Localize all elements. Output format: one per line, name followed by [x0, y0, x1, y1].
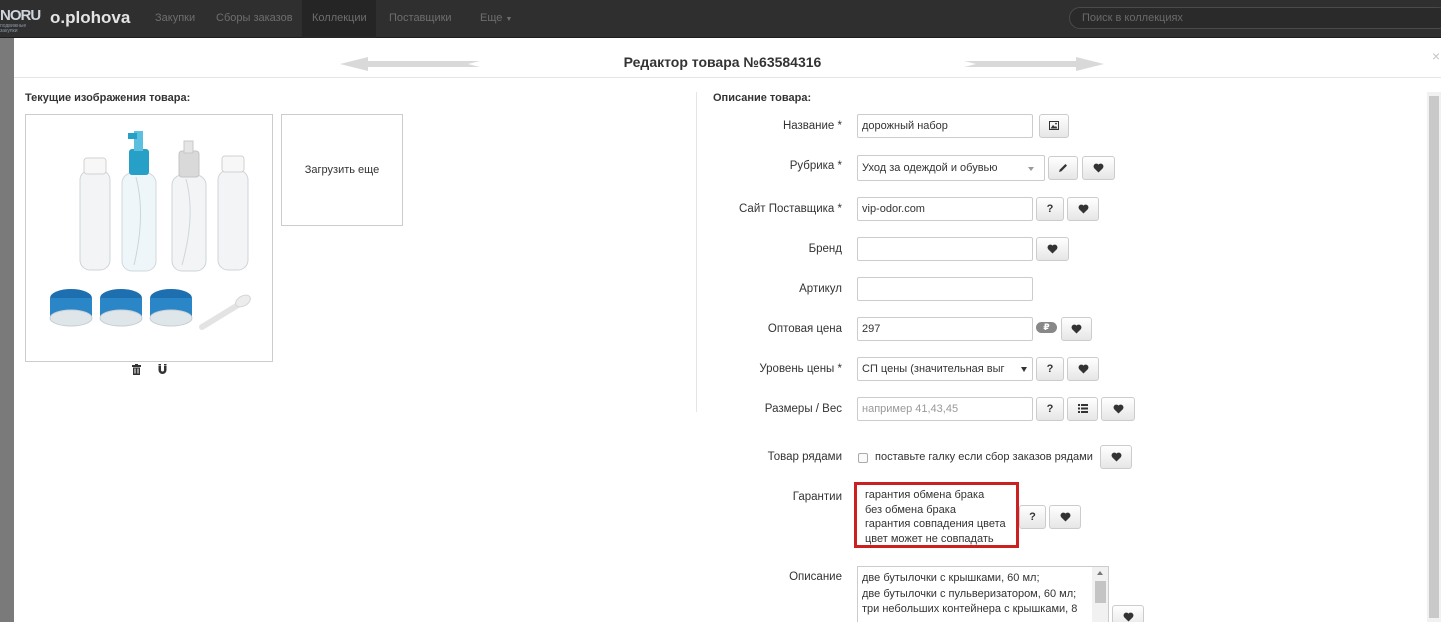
sizes-list-button[interactable]	[1067, 397, 1098, 421]
article-input[interactable]	[857, 277, 1033, 301]
price-level-caret-icon	[1021, 367, 1027, 372]
rows-label: Товар рядами	[767, 451, 842, 463]
scroll-up-arrow-icon[interactable]	[1097, 571, 1103, 575]
product-image[interactable]	[25, 114, 273, 362]
price-level-select[interactable]: СП цены (значительная выг	[857, 357, 1033, 381]
modal-title: Редактор товара №63584316	[623, 54, 822, 70]
top-navbar: NORU подвижные закупки o.plohova Закупки…	[0, 0, 1441, 38]
modal-scrollbar[interactable]	[1427, 92, 1441, 622]
current-images-label: Текущие изображения товара:	[25, 92, 191, 104]
modal-scrollbar-thumb[interactable]	[1429, 96, 1439, 618]
guarantee-select-list[interactable]: гарантия обмена брака без обмена брака г…	[854, 482, 1019, 548]
brand-favorite-button[interactable]	[1036, 237, 1069, 261]
supplier-site-input[interactable]: vip-odor.com	[857, 197, 1033, 221]
wholesale-price-input[interactable]: 297	[857, 317, 1033, 341]
brand-label: Бренд	[808, 243, 842, 255]
heart-icon	[1113, 404, 1123, 414]
heart-icon	[1047, 244, 1058, 254]
magnet-icon[interactable]	[158, 364, 167, 375]
upload-more-button[interactable]: Загрузить еще	[281, 114, 403, 226]
heart-icon	[1123, 612, 1133, 622]
site-logo[interactable]: NORU подвижные закупки	[0, 7, 44, 34]
next-product-arrow-icon[interactable]	[964, 57, 1104, 71]
heart-icon	[1078, 204, 1088, 214]
price-level-label: Уровень цены *	[759, 363, 842, 375]
chevron-down-icon: ▼	[505, 16, 513, 23]
sizes-label: Размеры / Вес	[764, 403, 842, 415]
wholesale-price-label: Оптовая цена	[767, 323, 842, 335]
nav-item-collections[interactable]: Коллекции	[302, 0, 376, 38]
rubric-select-caret-icon	[1028, 167, 1034, 171]
name-image-button[interactable]	[1039, 114, 1069, 138]
supplier-site-label: Сайт Поставщика *	[738, 203, 842, 215]
name-input[interactable]: дорожный набор	[857, 114, 1033, 138]
description-scrollbar-thumb[interactable]	[1095, 581, 1106, 603]
sizes-favorite-button[interactable]	[1101, 397, 1135, 421]
product-editor-modal: Редактор товара №63584316 × Текущие изоб…	[14, 38, 1441, 622]
nav-item-more-label: Еще	[480, 12, 503, 24]
price-favorite-button[interactable]	[1061, 317, 1092, 341]
description-line: три небольших контейнера с крышками, 8	[862, 603, 1078, 615]
logo-subtitle: подвижные закупки	[0, 23, 27, 34]
guarantee-help-button[interactable]: ?	[1019, 505, 1046, 529]
guarantee-option[interactable]: без обмена брака	[865, 503, 1016, 518]
brand-input[interactable]	[857, 237, 1033, 261]
heart-icon	[1078, 364, 1088, 374]
sizes-help-button[interactable]: ?	[1036, 397, 1064, 421]
supplier-site-help-button[interactable]: ?	[1036, 197, 1064, 221]
price-level-favorite-button[interactable]	[1067, 357, 1099, 381]
rows-favorite-button[interactable]	[1100, 445, 1132, 469]
product-description-label: Описание товара:	[713, 92, 812, 104]
nav-item-purchases[interactable]: Закупки	[155, 0, 195, 38]
trash-icon[interactable]	[132, 364, 141, 375]
close-icon[interactable]: ×	[1432, 48, 1440, 64]
price-level-help-button[interactable]: ?	[1036, 357, 1064, 381]
image-icon	[1049, 121, 1059, 130]
modal-header: Редактор товара №63584316 ×	[14, 38, 1441, 78]
nav-item-more[interactable]: Еще ▼	[480, 0, 512, 38]
nav-item-suppliers[interactable]: Поставщики	[389, 0, 452, 38]
sizes-input[interactable]: например 41,43,45	[857, 397, 1033, 421]
pencil-icon	[1059, 164, 1067, 172]
description-scrollbar[interactable]	[1092, 567, 1108, 622]
name-label: Название *	[782, 120, 842, 132]
guarantee-label: Гарантии	[792, 491, 842, 503]
rows-checkbox[interactable]	[858, 453, 868, 463]
article-label: Артикул	[799, 283, 842, 295]
heart-icon	[1093, 163, 1104, 173]
heart-icon	[1111, 452, 1121, 462]
guarantee-option[interactable]: гарантия обмена брака	[865, 488, 1016, 503]
description-textarea[interactable]: две бутылочки с крышками, 60 мл; две бут…	[857, 566, 1109, 622]
rubric-select[interactable]: Уход за одеждой и обувью	[857, 155, 1045, 181]
heart-icon	[1071, 324, 1082, 334]
nav-item-order-collections[interactable]: Сборы заказов	[216, 0, 293, 38]
search-input[interactable]: Поиск в коллекциях	[1069, 7, 1441, 29]
description-line: две бутылочки с пульверизатором, 60 мл;	[862, 587, 1077, 600]
rubric-edit-button[interactable]	[1048, 156, 1078, 180]
description-label: Описание	[789, 571, 842, 583]
description-favorite-button[interactable]	[1112, 605, 1144, 622]
logo-text: NORU	[0, 7, 41, 24]
heart-icon	[1060, 512, 1070, 522]
username[interactable]: o.plohova	[50, 8, 130, 28]
rubric-favorite-button[interactable]	[1082, 156, 1115, 180]
rows-checkbox-text: поставьте галку если сбор заказов рядами	[875, 451, 1093, 463]
guarantee-option[interactable]: гарантия совпадения цвета	[865, 517, 1016, 532]
ruble-currency-badge: ₽	[1036, 322, 1057, 333]
guarantee-favorite-button[interactable]	[1049, 505, 1081, 529]
description-line: две бутылочки с крышками, 60 мл;	[862, 572, 1040, 584]
rubric-label: Рубрика *	[789, 160, 842, 172]
list-icon	[1077, 404, 1088, 413]
product-photo-travel-bottles	[49, 131, 251, 330]
supplier-site-favorite-button[interactable]	[1067, 197, 1099, 221]
guarantee-option[interactable]: цвет может не совпадать	[865, 532, 1016, 547]
